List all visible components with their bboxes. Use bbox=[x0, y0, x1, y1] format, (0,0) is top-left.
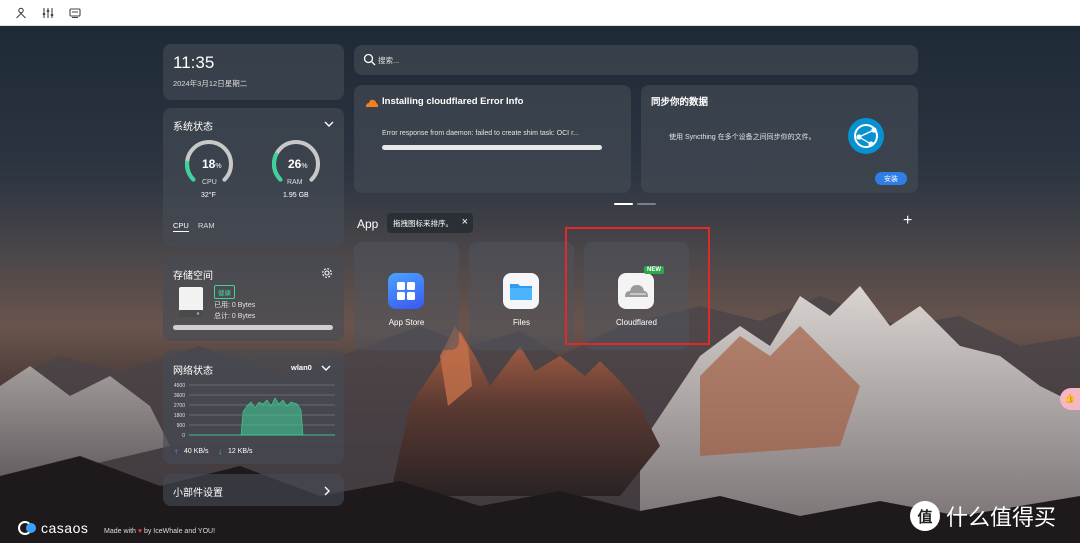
highlight-box bbox=[565, 227, 710, 345]
download-arrow-icon: ↓ bbox=[218, 447, 222, 456]
drag-tooltip: 拖拽图标来排序。 × bbox=[387, 213, 473, 233]
network-title: 网络状态 bbox=[173, 366, 213, 377]
cloudflare-icon bbox=[365, 95, 378, 107]
app-tile-files[interactable]: Files bbox=[469, 242, 574, 350]
chevron-down-icon[interactable] bbox=[320, 361, 332, 373]
carousel-dots bbox=[614, 203, 656, 205]
widget-settings-label: 小部件设置 bbox=[173, 488, 223, 499]
app-name: App Store bbox=[388, 318, 425, 327]
folder-icon bbox=[503, 273, 539, 309]
storage-usage-bar bbox=[173, 325, 333, 330]
settings-icon[interactable] bbox=[321, 266, 333, 278]
footer-credit: Made with ♥ by IceWhale and YOU! bbox=[104, 528, 216, 535]
app-store-icon bbox=[388, 273, 424, 309]
search-placeholder: 搜索... bbox=[378, 56, 400, 65]
chevron-right-icon bbox=[321, 484, 333, 496]
top-toolbar bbox=[0, 0, 1080, 26]
desktop-wallpaper: 11:35 2024年3月12日星期二 系统状态 18% CPU 32°F 26… bbox=[0, 26, 1080, 543]
tooltip-text: 拖拽图标来排序。 bbox=[393, 218, 453, 228]
watermark-logo-icon: 值 bbox=[910, 501, 940, 531]
sync-card-title: 同步你的数据 bbox=[651, 97, 709, 108]
storage-used: 已用: 0 Bytes bbox=[214, 302, 256, 309]
disk-icon bbox=[178, 286, 204, 318]
tick-label: 2700 bbox=[174, 403, 185, 409]
tick-label: 1800 bbox=[174, 413, 185, 419]
install-error-card: Installing cloudflared Error Info Error … bbox=[354, 85, 631, 193]
carousel-dot[interactable] bbox=[637, 203, 656, 205]
app-tile-app-store[interactable]: App Store bbox=[354, 242, 459, 350]
add-app-button[interactable]: + bbox=[903, 212, 912, 230]
app-name: Files bbox=[513, 318, 530, 327]
upload-arrow-icon: ↑ bbox=[174, 447, 178, 456]
chevron-down-icon[interactable] bbox=[323, 117, 335, 129]
clock-time: 11:35 bbox=[173, 53, 215, 72]
close-icon[interactable]: × bbox=[462, 216, 468, 228]
side-feedback-tab[interactable]: 👍 bbox=[1060, 388, 1080, 410]
ram-usage: 1.95 GB bbox=[283, 192, 309, 199]
syncthing-card: 同步你的数据 使用 Syncthing 在多个设备之间同步你的文件。 安装 bbox=[641, 85, 918, 193]
upload-speed: 40 KB/s bbox=[184, 448, 209, 455]
app-section-label: App bbox=[357, 217, 379, 231]
cpu-temperature: 32°F bbox=[201, 192, 216, 199]
sliders-icon[interactable] bbox=[41, 6, 55, 20]
casaos-wordmark: casaos bbox=[41, 520, 89, 536]
sync-card-text: 使用 Syncthing 在多个设备之间同步你的文件。 bbox=[669, 134, 816, 141]
error-card-title: Installing cloudflared Error Info bbox=[382, 96, 524, 107]
interface-select[interactable]: wlan0 bbox=[291, 363, 312, 372]
tab-ram[interactable]: RAM bbox=[198, 221, 215, 230]
storage-title: 存储空间 bbox=[173, 271, 213, 282]
search-bar[interactable]: 搜索... bbox=[354, 45, 918, 75]
system-status-title: 系统状态 bbox=[173, 122, 213, 133]
search-icon bbox=[363, 53, 377, 67]
health-badge: 健康 bbox=[214, 285, 235, 299]
casaos-logo: casaos bbox=[18, 520, 88, 536]
message-icon[interactable] bbox=[68, 6, 82, 20]
cpu-label: CPU bbox=[202, 179, 217, 186]
storage-widget: 存储空间 健康 已用: 0 Bytes 总计: 0 Bytes bbox=[163, 256, 344, 341]
cpu-percent: 18% bbox=[202, 157, 222, 171]
error-card-message: Error response from daemon: failed to cr… bbox=[382, 130, 579, 137]
error-progress-bar bbox=[382, 145, 602, 150]
heart-icon: ♥ bbox=[137, 528, 143, 535]
network-widget: 网络状态 wlan0 4500 3600 2700 1800 900 0 ↑ 4… bbox=[163, 350, 344, 464]
download-speed: 12 KB/s bbox=[228, 448, 253, 455]
tick-label: 4500 bbox=[174, 383, 185, 389]
ram-label: RAM bbox=[287, 179, 303, 186]
network-chart: 4500 3600 2700 1800 900 0 bbox=[174, 383, 335, 439]
tab-cpu[interactable]: CPU bbox=[173, 221, 189, 232]
syncthing-icon bbox=[847, 117, 885, 155]
widget-settings-button[interactable]: 小部件设置 bbox=[163, 474, 344, 506]
tick-label: 900 bbox=[177, 423, 186, 429]
system-status-widget: 系统状态 18% CPU 32°F 26% RAM 1.95 GB CPU RA… bbox=[163, 108, 344, 247]
user-icon[interactable] bbox=[14, 6, 28, 20]
tick-label: 0 bbox=[182, 433, 185, 439]
clock-date: 2024年3月12日星期二 bbox=[173, 79, 248, 88]
carousel-dot-active[interactable] bbox=[614, 203, 633, 205]
site-watermark: 值 什么值得买 bbox=[910, 500, 1056, 532]
install-button[interactable]: 安装 bbox=[875, 172, 907, 185]
storage-total: 总计: 0 Bytes bbox=[214, 313, 256, 320]
casaos-logo-icon bbox=[18, 521, 36, 535]
ram-percent: 26% bbox=[288, 157, 308, 171]
watermark-text: 什么值得买 bbox=[946, 505, 1057, 530]
tick-label: 3600 bbox=[174, 393, 185, 399]
clock-widget: 11:35 2024年3月12日星期二 bbox=[163, 44, 344, 100]
